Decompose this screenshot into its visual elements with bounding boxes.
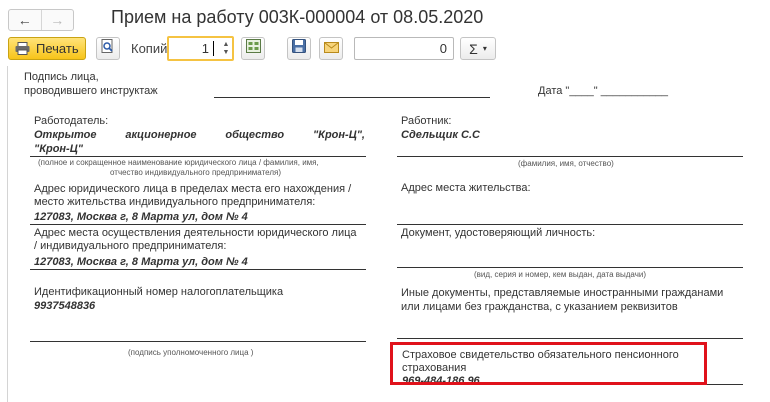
document-area: Подпись лица, проводившего инструктаж Да… bbox=[0, 66, 770, 402]
legal-address-value: 127083, Москва г, 8 Марта ул, дом № 4 bbox=[34, 211, 248, 223]
employee-name: Сдельщик С.С bbox=[401, 129, 480, 141]
save-icon bbox=[292, 39, 306, 58]
employer-signature-line bbox=[30, 341, 366, 342]
employer-name-word: общество bbox=[225, 129, 285, 141]
employer-name-word: акционерное bbox=[125, 129, 197, 141]
instructor-sign-label-line1: Подпись лица, bbox=[24, 71, 99, 83]
employee-name-caption: (фамилия, имя, отчество) bbox=[518, 159, 614, 168]
print-button[interactable]: Печать bbox=[8, 37, 86, 60]
employer-label: Работодатель: bbox=[34, 115, 109, 127]
save-button[interactable] bbox=[287, 37, 311, 60]
activity-address-label-line2: / индивидуального предпринимателя: bbox=[34, 240, 227, 252]
activity-address-label-line1: Адрес места осуществления деятельности ю… bbox=[34, 227, 357, 239]
inn-value: 9937548836 bbox=[34, 300, 96, 312]
pension-certificate-label-line1: Страховое свидетельство обязательного пе… bbox=[402, 349, 679, 361]
print-button-label: Печать bbox=[36, 41, 79, 56]
date-field: Дата "____" ___________ bbox=[538, 85, 669, 97]
copies-spinner[interactable]: ▲ ▼ bbox=[220, 38, 232, 59]
employer-signature-caption: (подпись уполномоченного лица ) bbox=[128, 348, 254, 357]
employer-name-caption-line2: отчество индивидуального предпринимателя… bbox=[110, 168, 281, 177]
magnifier-page-icon bbox=[101, 38, 115, 59]
pension-certificate-label-line2: страхования bbox=[402, 362, 467, 374]
window-title: Прием на работу 003К-000004 от 08.05.202… bbox=[111, 7, 484, 27]
preview-button[interactable] bbox=[96, 37, 120, 60]
copies-input[interactable]: 1 ▲ ▼ bbox=[167, 36, 234, 61]
arrow-left-icon: ← bbox=[17, 12, 32, 28]
activity-address-value: 127083, Москва г, 8 Марта ул, дом № 4 bbox=[34, 256, 248, 268]
employee-name-underline bbox=[397, 156, 743, 157]
pension-certificate-underline bbox=[397, 384, 743, 385]
forward-button[interactable]: → bbox=[40, 10, 74, 30]
navigation-buttons: ← → bbox=[8, 9, 74, 31]
employer-name-caption-line1: (полное и сокращенное наименование юриди… bbox=[38, 158, 319, 167]
inn-label: Идентификационный номер налогоплательщик… bbox=[34, 286, 284, 298]
arrow-right-icon: → bbox=[50, 12, 65, 28]
sum-mode-button[interactable]: Σ ▾ bbox=[460, 37, 496, 60]
other-documents-underline bbox=[397, 338, 743, 339]
residence-address-underline bbox=[397, 224, 743, 225]
sum-field[interactable]: 0 bbox=[354, 37, 454, 60]
id-document-underline bbox=[397, 267, 743, 268]
legal-address-underline bbox=[30, 224, 366, 225]
other-documents-label-line1: Иные документы, представляемые иностранн… bbox=[401, 287, 724, 299]
legal-address-label-line1: Адрес юридического лица в пределах места… bbox=[34, 183, 352, 195]
id-document-label: Документ, удостоверяющий личность: bbox=[401, 227, 596, 239]
chevron-down-icon: ▾ bbox=[482, 44, 487, 53]
copies-value: 1 bbox=[201, 41, 209, 56]
employee-label: Работник: bbox=[401, 115, 452, 127]
other-documents-label-line2: или лицами без гражданства, с указанием … bbox=[401, 301, 678, 313]
spin-up-icon: ▲ bbox=[222, 40, 230, 48]
activity-address-underline bbox=[30, 269, 366, 270]
back-button[interactable]: ← bbox=[9, 10, 41, 30]
instructor-sign-label-line2: проводившего инструктаж bbox=[24, 85, 158, 97]
send-email-button[interactable] bbox=[319, 37, 343, 60]
settings-button[interactable] bbox=[241, 37, 265, 60]
printer-icon bbox=[15, 42, 30, 55]
employer-name-line1: Открытое акционерное общество "Крон-Ц", bbox=[34, 129, 365, 142]
residence-address-label: Адрес места жительства: bbox=[401, 182, 531, 194]
copies-label: Копий: bbox=[131, 41, 171, 56]
document-left-border bbox=[7, 66, 8, 402]
id-document-caption: (вид, серия и номер, кем выдан, дата выд… bbox=[474, 270, 646, 279]
sheet-settings-icon bbox=[245, 39, 261, 58]
spin-down-icon: ▼ bbox=[222, 48, 230, 56]
pension-certificate-value: 969-484-186 96 bbox=[402, 375, 480, 387]
instructor-signature-line bbox=[214, 97, 490, 98]
employer-name-word: "Крон-Ц", bbox=[312, 129, 365, 141]
sigma-icon: Σ bbox=[469, 40, 478, 57]
text-caret bbox=[213, 41, 214, 56]
employer-name-line2: "Крон-Ц" bbox=[34, 143, 83, 155]
employer-name-underline bbox=[30, 156, 366, 157]
envelope-icon bbox=[323, 40, 339, 58]
employer-name-word: Открытое bbox=[34, 129, 97, 141]
legal-address-label-line2: место жительства индивидуального предпри… bbox=[34, 196, 316, 208]
